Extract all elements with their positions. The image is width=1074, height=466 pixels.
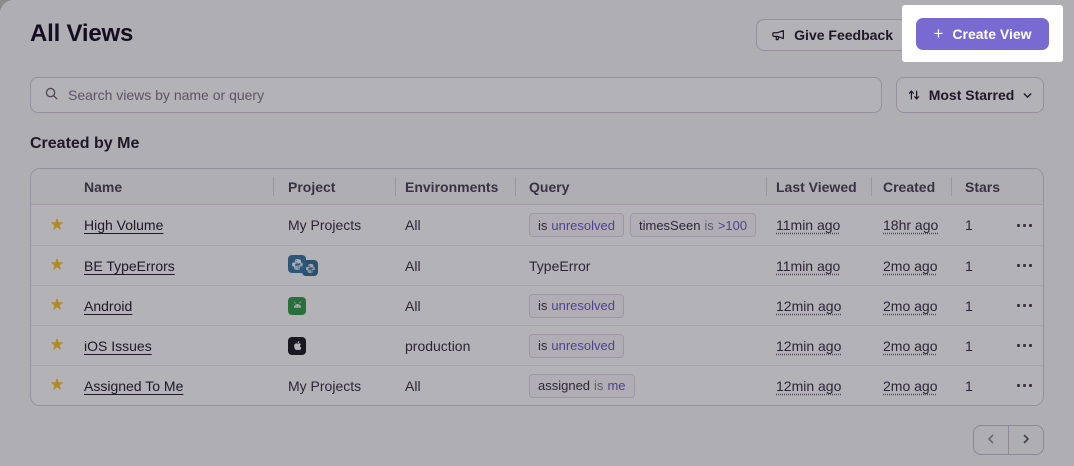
plus-icon: +	[933, 25, 943, 42]
all-views-page: All Views Give Feedback	[0, 0, 1074, 466]
create-view-spotlight: + Create View	[902, 5, 1063, 62]
dim-overlay	[0, 0, 1074, 466]
create-view-label: Create View	[952, 26, 1031, 42]
create-view-button[interactable]: + Create View	[916, 18, 1048, 50]
